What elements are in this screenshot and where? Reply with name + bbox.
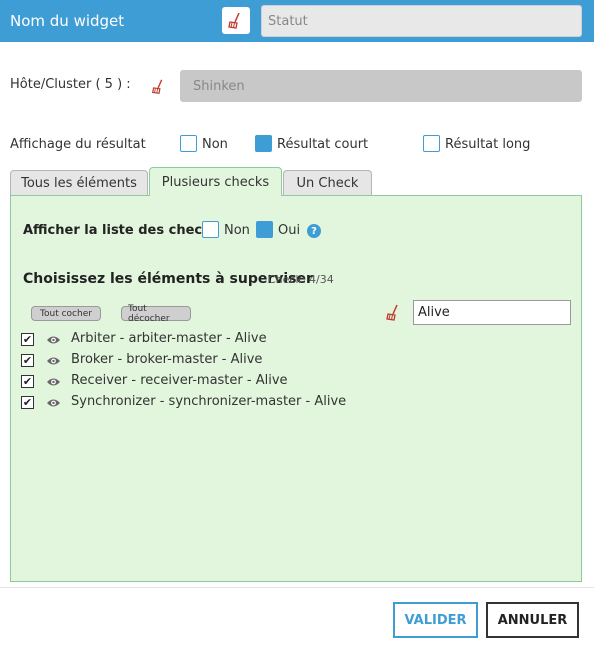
display-non-checkbox[interactable] (180, 135, 197, 152)
validate-button[interactable]: VALIDER (393, 602, 478, 638)
display-long-result-label: Résultat long (445, 137, 531, 152)
check-all-button[interactable]: Tout cocher (31, 306, 101, 321)
check-count: Check: 4/34 (268, 273, 334, 286)
show-list-oui-checkbox[interactable] (256, 221, 273, 238)
cancel-button[interactable]: ANNULER (486, 602, 579, 638)
tab-all-elements[interactable]: Tous les éléments (10, 170, 148, 196)
host-cluster-input[interactable]: Shinken (180, 70, 582, 102)
list-item: ✔ Arbiter - arbiter-master - Alive (21, 331, 421, 349)
item-checkbox[interactable]: ✔ (21, 354, 34, 367)
help-icon[interactable]: ? (307, 224, 321, 238)
broom-icon[interactable] (150, 77, 168, 97)
clear-widget-name-button[interactable] (222, 7, 250, 34)
show-checks-list-label: Afficher la liste des checks (23, 223, 219, 238)
show-list-non-label: Non (224, 223, 250, 238)
item-label: Synchronizer - synchronizer-master - Ali… (71, 394, 347, 409)
list-item: ✔ Broker - broker-master - Alive (21, 352, 421, 370)
display-short-result-label: Résultat court (277, 137, 369, 152)
eye-icon[interactable] (46, 397, 61, 409)
display-short-result-checkbox[interactable] (255, 135, 272, 152)
item-checkbox[interactable]: ✔ (21, 375, 34, 388)
display-non-label: Non (202, 137, 228, 152)
show-list-oui-label: Oui (278, 223, 301, 238)
eye-icon[interactable] (46, 334, 61, 346)
display-long-result-checkbox[interactable] (423, 135, 440, 152)
show-list-non-checkbox[interactable] (202, 221, 219, 238)
header-bar: Nom du widget Statut (0, 0, 594, 42)
item-label: Arbiter - arbiter-master - Alive (71, 331, 267, 346)
broom-icon[interactable] (384, 303, 404, 323)
list-item: ✔ Receiver - receiver-master - Alive (21, 373, 421, 391)
filter-input[interactable]: Alive (413, 300, 571, 325)
tab-one-check[interactable]: Un Check (283, 170, 372, 196)
host-cluster-label: Hôte/Cluster ( 5 ) : (10, 77, 131, 92)
item-checkbox[interactable]: ✔ (21, 333, 34, 346)
item-checkbox[interactable]: ✔ (21, 396, 34, 409)
widget-name-input[interactable]: Statut (261, 5, 582, 37)
eye-icon[interactable] (46, 355, 61, 367)
item-label: Receiver - receiver-master - Alive (71, 373, 288, 388)
footer-divider (0, 587, 594, 588)
uncheck-all-button[interactable]: Tout décocher (121, 304, 191, 324)
list-item: ✔ Synchronizer - synchronizer-master - A… (21, 394, 421, 412)
broom-icon (228, 12, 240, 29)
widget-name-label: Nom du widget (10, 12, 125, 30)
tab-multiple-checks[interactable]: Plusieurs checks (149, 167, 282, 196)
item-label: Broker - broker-master - Alive (71, 352, 263, 367)
result-display-label: Affichage du résultat (10, 137, 146, 152)
eye-icon[interactable] (46, 376, 61, 388)
